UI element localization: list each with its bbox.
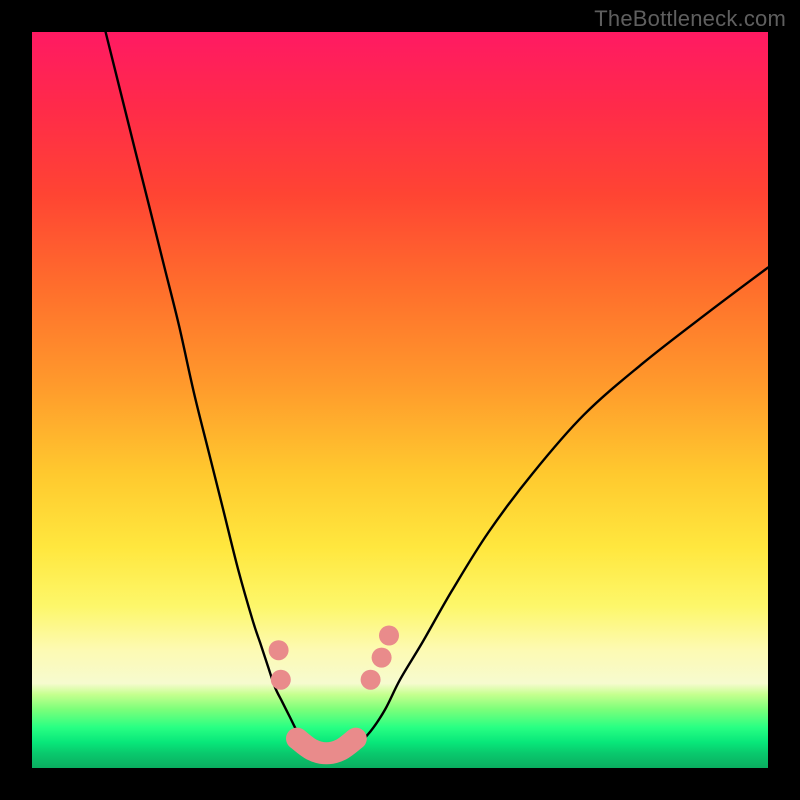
chart-frame: TheBottleneck.com <box>0 0 800 800</box>
valley-floor-blob-path <box>297 739 356 754</box>
valley-marker-dot <box>269 640 289 660</box>
valley-dots-right <box>361 626 399 690</box>
valley-blob <box>297 739 356 754</box>
valley-marker-dot <box>271 670 291 690</box>
chart-plot-area <box>32 32 768 768</box>
valley-marker-dot <box>379 626 399 646</box>
curve-right-branch <box>341 268 768 754</box>
curve-layer <box>106 32 768 754</box>
watermark-text: TheBottleneck.com <box>594 6 786 32</box>
chart-overlay-svg <box>32 32 768 768</box>
curve-left-branch <box>106 32 342 754</box>
valley-marker-dot <box>372 648 392 668</box>
valley-dots-left <box>269 640 291 690</box>
valley-marker-dot <box>361 670 381 690</box>
